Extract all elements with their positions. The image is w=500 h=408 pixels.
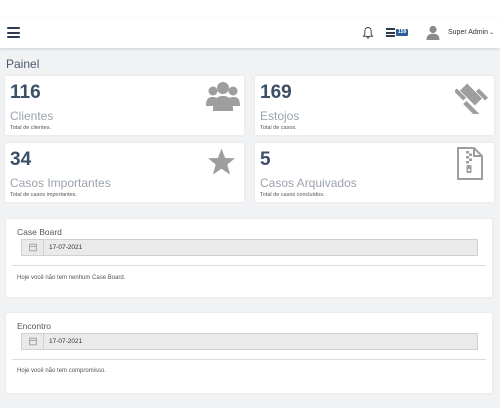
stat-card-cases[interactable]: 169 Estojos Total de casos. xyxy=(255,76,494,135)
appointments-empty-message: Hoje você não tem compromisso. xyxy=(17,368,107,374)
menu-toggle-icon[interactable] xyxy=(7,27,20,38)
users-icon xyxy=(206,82,240,111)
stat-subtitle: Total de casos concluídos. xyxy=(260,192,325,198)
calendar-icon xyxy=(29,334,44,349)
tasks-menu[interactable]: 159 xyxy=(386,27,412,39)
case-board-panel: Case Board 17-07-2021 Hoje você não tem … xyxy=(6,219,492,297)
user-menu[interactable]: Super Admin⌄ xyxy=(448,29,494,36)
stat-label: Estojos xyxy=(260,109,300,123)
user-name: Super Admin xyxy=(448,29,489,36)
stat-card-important-cases[interactable]: 34 Casos Importantes Total de casos impo… xyxy=(5,143,244,202)
divider xyxy=(12,265,486,266)
stat-subtitle: Total de casos. xyxy=(260,125,297,131)
bell-icon[interactable] xyxy=(362,26,374,40)
stat-card-archived-cases[interactable]: 5 Casos Arquivados Total de casos conclu… xyxy=(255,143,494,202)
user-avatar-icon[interactable] xyxy=(426,25,440,40)
top-strip xyxy=(0,0,500,18)
appointments-panel: Encontro 17-07-2021 Hoje você não tem co… xyxy=(6,313,492,393)
case-board-date-input[interactable]: 17-07-2021 xyxy=(21,239,478,256)
stat-value: 5 xyxy=(260,149,271,170)
stat-value: 169 xyxy=(260,82,292,103)
divider xyxy=(12,359,486,360)
stat-card-clients[interactable]: 116 Clientes Total de clientes. xyxy=(5,76,244,135)
stat-subtitle: Total de clientes. xyxy=(10,125,51,131)
stat-label: Casos Arquivados xyxy=(260,176,357,190)
case-board-empty-message: Hoje você não tem nenhum Case Board. xyxy=(17,275,126,281)
stat-label: Clientes xyxy=(10,109,54,123)
case-board-title: Case Board xyxy=(17,227,62,237)
appointments-date-input[interactable]: 17-07-2021 xyxy=(21,333,478,350)
calendar-icon xyxy=(29,240,44,255)
stat-value: 116 xyxy=(10,82,41,103)
stat-subtitle: Total de casos importantes. xyxy=(10,192,77,198)
appointments-date-value: 17-07-2021 xyxy=(49,338,83,345)
case-board-date-value: 17-07-2021 xyxy=(49,244,83,251)
tasks-icon xyxy=(386,28,395,39)
page-title: Painel xyxy=(6,57,40,71)
gavel-icon xyxy=(455,83,489,114)
star-icon xyxy=(208,148,235,175)
appointments-title: Encontro xyxy=(17,321,52,331)
archive-file-icon xyxy=(457,147,483,180)
top-navbar: 159 Super Admin⌄ xyxy=(0,18,500,48)
stat-value: 34 xyxy=(10,149,32,170)
chevron-down-icon: ⌄ xyxy=(489,30,495,36)
stat-label: Casos Importantes xyxy=(10,176,111,190)
tasks-count-badge: 159 xyxy=(396,29,409,36)
